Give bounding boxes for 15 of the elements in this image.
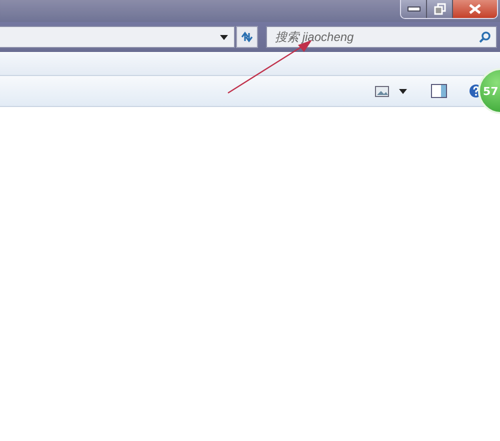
caret-icon[interactable] [399, 88, 407, 94]
picture-icon[interactable] [375, 86, 389, 96]
close-icon [469, 4, 481, 14]
minimize-button[interactable] [401, 0, 427, 18]
address-field[interactable] [0, 26, 235, 48]
search-field[interactable]: 搜索 jiaocheng [266, 26, 497, 48]
refresh-button[interactable] [236, 26, 258, 48]
close-button[interactable] [453, 0, 497, 18]
caret-icon [220, 34, 228, 40]
preview-pane-icon[interactable] [431, 84, 447, 98]
restore-button[interactable] [427, 0, 453, 18]
restore-icon [434, 3, 446, 15]
minimize-icon [406, 6, 420, 12]
search-icon [479, 31, 491, 43]
refresh-icon [240, 31, 254, 43]
